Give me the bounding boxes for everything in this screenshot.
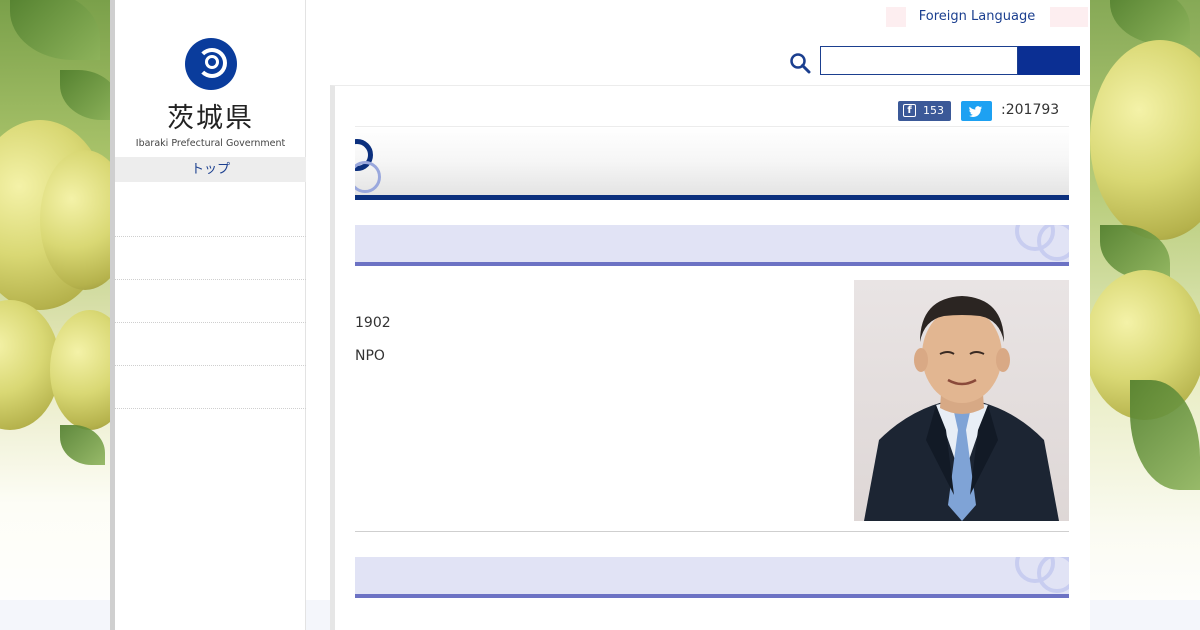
section-heading-2 xyxy=(355,557,1069,598)
prefecture-logo[interactable]: 茨城県 Ibaraki Prefectural Government xyxy=(115,38,306,149)
page-id-text: :201793 xyxy=(1001,102,1060,118)
leaf-decoration xyxy=(1130,380,1200,490)
leaf-decoration xyxy=(60,425,105,465)
nav-item-5[interactable] xyxy=(115,366,306,409)
left-decorative-pear-image xyxy=(0,0,110,630)
leaf-decoration xyxy=(10,0,100,60)
title-ring-decoration xyxy=(355,161,381,193)
facebook-share-button[interactable]: f 153 xyxy=(898,101,951,121)
logo-english-text: Ibaraki Prefectural Government xyxy=(135,138,286,149)
page-title-bar xyxy=(355,126,1069,200)
nav-item-3[interactable] xyxy=(115,280,306,323)
content-text-year: 1902 xyxy=(355,315,391,331)
pear-decoration xyxy=(50,310,110,430)
content-text-npo: NPO xyxy=(355,348,385,364)
nav-item-2[interactable] xyxy=(115,237,306,280)
twitter-share-button[interactable] xyxy=(961,101,992,121)
search-button[interactable] xyxy=(1018,46,1080,75)
right-decorative-pear-image xyxy=(1090,0,1200,630)
person-portrait-photo xyxy=(854,280,1069,521)
section-heading-1 xyxy=(355,225,1069,266)
content-divider xyxy=(355,531,1069,532)
heading-ring-decoration xyxy=(1037,225,1069,261)
facebook-share-count: 153 xyxy=(923,104,944,117)
prefecture-logo-icon xyxy=(184,38,237,90)
nav-item-4[interactable] xyxy=(115,323,306,366)
nav-item-top[interactable]: トップ xyxy=(115,157,306,182)
logo-kanji-text: 茨城県 xyxy=(167,103,254,134)
heading-ring-decoration xyxy=(1037,557,1069,593)
leaf-decoration xyxy=(1110,0,1190,45)
pear-decoration xyxy=(1090,40,1200,240)
twitter-icon xyxy=(969,106,982,117)
header-decoration xyxy=(886,7,906,27)
facebook-icon: f xyxy=(903,104,916,117)
nav-item-1[interactable] xyxy=(115,194,306,237)
leaf-decoration xyxy=(60,70,110,120)
header-decoration xyxy=(1050,7,1088,27)
foreign-language-link[interactable]: Foreign Language xyxy=(910,7,1044,27)
search-icon[interactable] xyxy=(789,52,811,74)
left-sidebar: 茨城県 Ibaraki Prefectural Government トップ xyxy=(110,0,306,630)
search-input[interactable] xyxy=(820,46,1018,75)
